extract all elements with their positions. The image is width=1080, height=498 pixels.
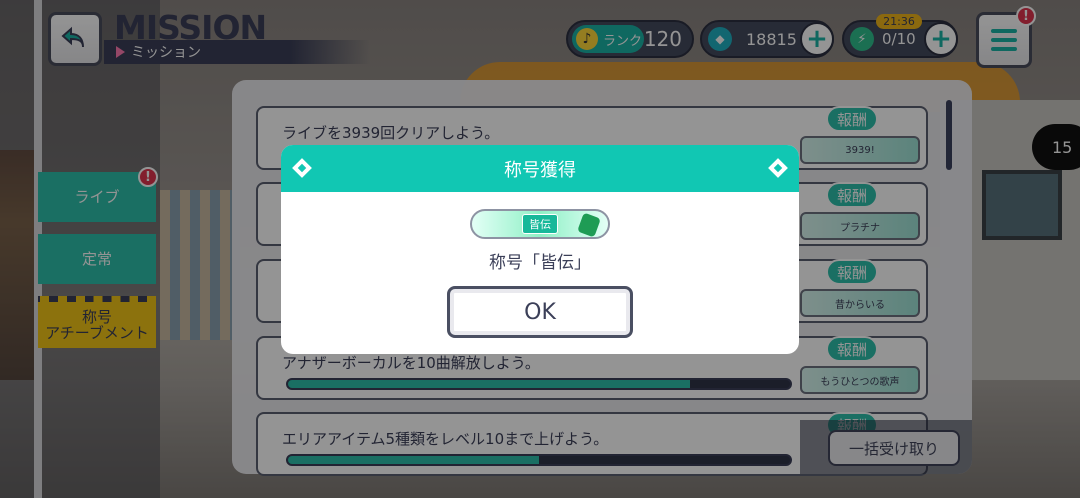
title-acquired-dialog: 称号獲得 皆伝 称号「皆伝」 OK — [281, 145, 799, 354]
title-plate: 皆伝 — [470, 209, 610, 239]
dialog-header: 称号獲得 — [281, 145, 799, 192]
dialog-message: 称号「皆伝」 — [489, 253, 591, 273]
ok-button[interactable]: OK — [447, 286, 633, 338]
dialog-title: 称号獲得 — [504, 159, 576, 181]
flag-icon — [577, 212, 601, 238]
diamond-icon — [768, 158, 788, 178]
diamond-icon — [292, 158, 312, 178]
title-tag: 皆伝 — [522, 214, 558, 234]
